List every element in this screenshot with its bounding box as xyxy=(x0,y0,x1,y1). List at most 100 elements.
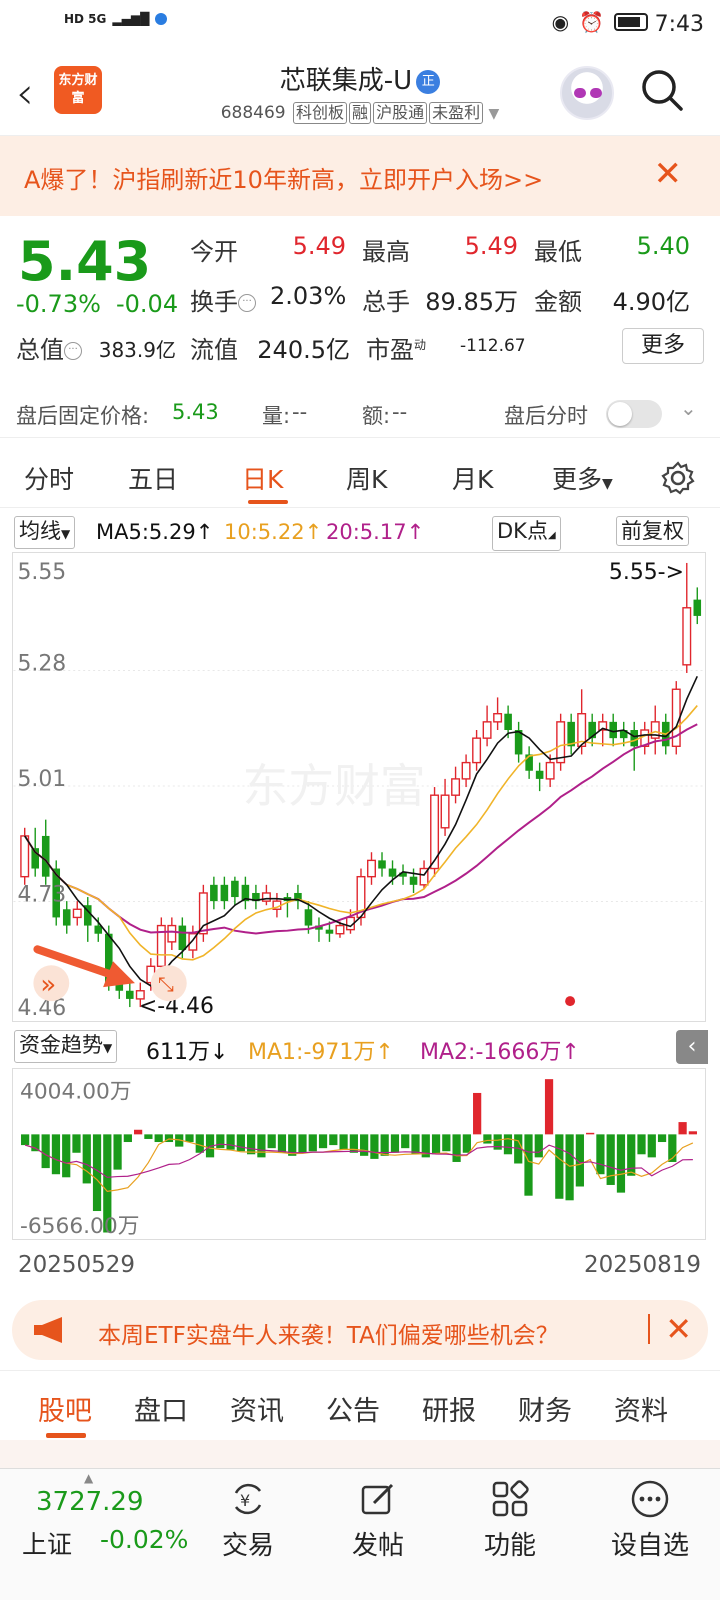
tab-five-day[interactable]: 五日 xyxy=(128,460,178,496)
index-name[interactable]: 上证 xyxy=(22,1525,72,1561)
candle xyxy=(126,982,134,1008)
tab-research[interactable]: 研报 xyxy=(422,1389,476,1428)
change-amount: -0.04 xyxy=(116,290,179,318)
assistant-robot-icon[interactable] xyxy=(560,66,614,120)
open-value: 5.49 xyxy=(292,232,346,260)
fund-bar xyxy=(41,1134,50,1169)
tab-weekly-k[interactable]: 周K xyxy=(346,460,387,496)
candle xyxy=(630,721,639,771)
fund-bar xyxy=(82,1134,91,1184)
axis-label-top: 5.55 xyxy=(17,560,66,585)
fund-bar xyxy=(688,1131,697,1135)
tab-daily-k[interactable]: 日K xyxy=(242,460,283,496)
fund-trend-chart[interactable]: 4004.00万 -6566.00万 xyxy=(12,1068,706,1240)
fund-ma1: MA1:-971万↑ xyxy=(248,1040,394,1065)
period-tabs: 分时 五日 日K 周K 月K 更多▼ xyxy=(0,448,720,508)
stock-tags: 688469 科创板融沪股通 未盈利 ▼ xyxy=(0,102,720,124)
fund-bar xyxy=(473,1092,482,1135)
nav-trade-label: 交易 xyxy=(221,1531,274,1561)
candle xyxy=(535,762,544,792)
collapse-panel-icon[interactable]: ‹ xyxy=(676,1030,708,1064)
indicator-selector[interactable]: 均线▼ xyxy=(14,516,76,549)
candle xyxy=(378,852,386,877)
axis-label-4: 4.73 xyxy=(17,883,66,908)
settings-gear-icon[interactable] xyxy=(660,460,696,496)
high-value: 5.49 xyxy=(464,232,518,260)
status-bar: HD 5G ▂▄▆█ ◉ ⏰ 7:43 xyxy=(0,0,720,48)
fund-bar xyxy=(123,1134,132,1143)
candle xyxy=(83,897,92,942)
change-percent: -0.73% xyxy=(16,290,101,318)
fund-bar xyxy=(62,1134,71,1178)
candle xyxy=(650,705,660,755)
candle xyxy=(252,884,260,910)
more-button[interactable]: 更多 xyxy=(622,328,704,364)
tab-intraday[interactable]: 分时 xyxy=(24,460,74,496)
close-icon[interactable]: ✕ xyxy=(654,154,683,194)
index-value[interactable]: 3727.29 xyxy=(36,1487,144,1517)
fund-bar xyxy=(390,1134,400,1153)
fullscreen-icon[interactable]: ⤡ xyxy=(150,965,187,1002)
candle xyxy=(514,721,523,763)
event-dot[interactable] xyxy=(565,996,576,1007)
fund-bar xyxy=(226,1134,235,1150)
turnover-label: 换手 ··· xyxy=(190,282,256,317)
tab-profile[interactable]: 资料 xyxy=(614,1389,668,1428)
tab-orderbook[interactable]: 盘口 xyxy=(134,1389,188,1428)
ad-banner[interactable]: 本周ETF实盘牛人来袭！TA们偏爱哪些机会？ ✕ xyxy=(12,1300,708,1360)
fund-indicator-selector[interactable]: 资金趋势▼ xyxy=(14,1030,118,1063)
fund-bar xyxy=(544,1079,554,1135)
nav-functions[interactable]: 功能 xyxy=(460,1479,560,1562)
tag-margin: 融 xyxy=(349,102,372,124)
after-hours-toggle[interactable] xyxy=(606,400,662,428)
tab-forum[interactable]: 股吧 xyxy=(38,1389,92,1428)
search-icon[interactable] xyxy=(640,68,684,112)
tab-news[interactable]: 资讯 xyxy=(230,1389,284,1428)
candle xyxy=(567,713,575,755)
nav-post[interactable]: 发帖 xyxy=(328,1479,428,1562)
nav-trade[interactable]: ¥ 交易 xyxy=(198,1479,298,1562)
after-hours-label: 盘后固定价格: xyxy=(16,404,150,428)
fund-bar xyxy=(144,1134,153,1139)
promo-banner[interactable]: A爆了！沪指刷新近10年新高，立即开户入场>> ✕ xyxy=(0,136,720,216)
axis-label-3: 5.01 xyxy=(17,767,66,792)
adjust-button[interactable]: 前复权 xyxy=(616,516,689,546)
fund-bar xyxy=(21,1134,30,1146)
fund-trend-row: 资金趋势▼ 611万↓ MA1:-971万↑ MA2:-1666万↑ ‹ xyxy=(0,1026,720,1066)
ma-legend-row: 均线▼ MA5:5.29↑ 10:5.22↑ 20:5.17↑ DK点◢ 前复权 xyxy=(0,512,720,552)
chevron-down-icon[interactable]: ⌄ xyxy=(680,396,697,420)
candle xyxy=(472,730,482,771)
dk-point-button[interactable]: DK点◢ xyxy=(492,516,561,551)
fund-bar xyxy=(339,1134,348,1150)
tags-dropdown-icon[interactable]: ▼ xyxy=(489,106,500,122)
expand-arrows-icon[interactable]: » xyxy=(33,965,70,1002)
after-hours-amt-label: 额: xyxy=(362,404,391,428)
info-icon[interactable]: ··· xyxy=(238,294,256,312)
pe-label: 市盈动 xyxy=(366,336,427,364)
content-peek xyxy=(0,1440,720,1468)
close-icon[interactable]: ✕ xyxy=(665,1310,692,1348)
info-icon[interactable]: ··· xyxy=(64,342,82,360)
candle xyxy=(493,697,503,731)
candle xyxy=(525,746,533,779)
fund-bar xyxy=(627,1134,636,1176)
candle xyxy=(640,721,650,755)
tab-monthly-k[interactable]: 月K xyxy=(452,460,493,496)
tab-financials[interactable]: 财务 xyxy=(518,1389,572,1428)
tab-active-indicator xyxy=(46,1433,86,1438)
fund-bar xyxy=(370,1134,379,1159)
index-change[interactable]: -0.02% xyxy=(100,1525,188,1554)
ma20-value: 20:5.17↑ xyxy=(326,520,425,544)
tab-more[interactable]: 更多▼ xyxy=(552,460,613,496)
nav-add-watchlist[interactable]: 设自选 xyxy=(590,1479,710,1562)
candle xyxy=(231,876,239,906)
kline-chart[interactable]: 东方财富 5.55 5.28 5.01 4.73 4.46 5.55-> <-4… xyxy=(12,552,706,1022)
candle xyxy=(294,884,302,910)
ad-text[interactable]: 本周ETF实盘牛人来袭！TA们偏爱哪些机会？ xyxy=(98,1316,559,1350)
verified-badge: 正 xyxy=(416,69,441,94)
promo-banner-text[interactable]: A爆了！沪指刷新近10年新高，立即开户入场>> xyxy=(24,160,543,195)
tab-announcements[interactable]: 公告 xyxy=(326,1389,380,1428)
stock-code: 688469 xyxy=(220,103,286,123)
candle xyxy=(440,778,450,836)
nav-add-watchlist-label: 设自选 xyxy=(610,1531,689,1561)
